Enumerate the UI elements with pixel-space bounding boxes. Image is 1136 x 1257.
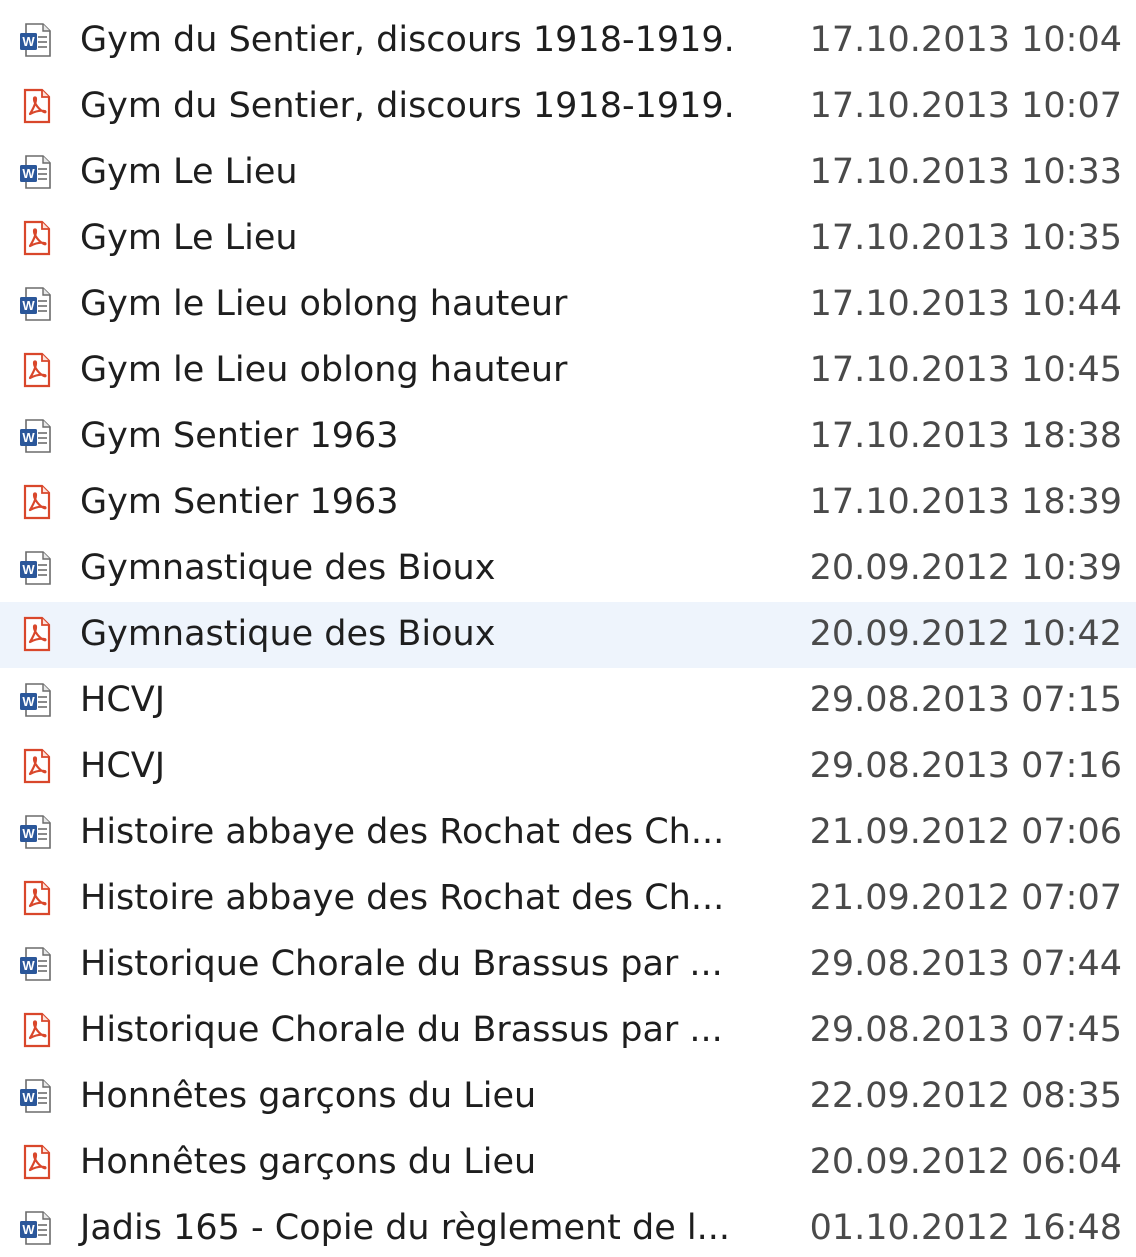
- file-name[interactable]: Gymnastique des Bioux: [80, 612, 495, 656]
- file-name[interactable]: Gym Sentier 1963: [80, 480, 399, 524]
- file-modified-date: 20.09.2012 10:39: [809, 548, 1122, 588]
- file-row[interactable]: Histoire abbaye des Rochat des Ch... 21.0…: [0, 866, 1136, 932]
- file-modified-date: 20.09.2012 10:42: [809, 614, 1122, 654]
- pdf-icon: [18, 748, 54, 784]
- pdf-icon: [18, 484, 54, 520]
- file-name[interactable]: Historique Chorale du Brassus par ...: [80, 942, 723, 986]
- svg-text:W: W: [22, 958, 35, 973]
- file-row[interactable]: Gym Sentier 1963 17.10.2013 18:39: [0, 470, 1136, 536]
- word-icon: W: [18, 550, 54, 586]
- pdf-icon: [18, 220, 54, 256]
- word-icon: W: [18, 418, 54, 454]
- file-modified-date: 17.10.2013 10:07: [809, 86, 1122, 126]
- file-modified-date: 21.09.2012 07:07: [809, 878, 1122, 918]
- file-modified-date: 21.09.2012 07:06: [809, 812, 1122, 852]
- file-row[interactable]: W Gym Le Lieu 17.10.2013 10:33: [0, 140, 1136, 206]
- file-name[interactable]: Gym Le Lieu: [80, 150, 298, 194]
- file-modified-date: 17.10.2013 10:33: [809, 152, 1122, 192]
- file-row[interactable]: HCVJ 29.08.2013 07:16: [0, 734, 1136, 800]
- word-icon: W: [18, 1078, 54, 1114]
- file-row[interactable]: Honnêtes garçons du Lieu 20.09.2012 06:04: [0, 1130, 1136, 1196]
- svg-text:W: W: [22, 298, 35, 313]
- file-name[interactable]: Jadis 165 - Copie du règlement de l...: [80, 1206, 730, 1250]
- file-name[interactable]: HCVJ: [80, 678, 165, 722]
- file-modified-date: 17.10.2013 18:38: [809, 416, 1122, 456]
- pdf-icon: [18, 880, 54, 916]
- file-modified-date: 20.09.2012 06:04: [809, 1142, 1122, 1182]
- file-row[interactable]: W Histoire abbaye des Rochat des Ch... 21.…: [0, 800, 1136, 866]
- word-icon: W: [18, 154, 54, 190]
- file-row[interactable]: W Gymnastique des Bioux 20.09.2012 10:39: [0, 536, 1136, 602]
- word-icon: W: [18, 1210, 54, 1246]
- file-name[interactable]: Honnêtes garçons du Lieu: [80, 1140, 536, 1184]
- file-name[interactable]: Gym le Lieu oblong hauteur: [80, 282, 567, 326]
- file-list: W Gym du Sentier, discours 1918-1919. 17.1…: [0, 0, 1136, 1257]
- file-modified-date: 29.08.2013 07:15: [809, 680, 1122, 720]
- word-icon: W: [18, 22, 54, 58]
- file-row[interactable]: W Gym Sentier 1963 17.10.2013 18:38: [0, 404, 1136, 470]
- svg-text:W: W: [22, 1090, 35, 1105]
- pdf-icon: [18, 88, 54, 124]
- file-modified-date: 17.10.2013 10:35: [809, 218, 1122, 258]
- file-modified-date: 22.09.2012 08:35: [809, 1076, 1122, 1116]
- pdf-icon: [18, 616, 54, 652]
- file-modified-date: 29.08.2013 07:44: [809, 944, 1122, 984]
- word-icon: W: [18, 682, 54, 718]
- file-name[interactable]: Historique Chorale du Brassus par ...: [80, 1008, 723, 1052]
- file-modified-date: 01.10.2012 16:48: [809, 1208, 1122, 1248]
- file-name[interactable]: Gym Sentier 1963: [80, 414, 399, 458]
- file-row[interactable]: W Gym le Lieu oblong hauteur 17.10.2013 10…: [0, 272, 1136, 338]
- file-name[interactable]: Gym du Sentier, discours 1918-1919.: [80, 18, 735, 62]
- file-row[interactable]: Gym le Lieu oblong hauteur 17.10.2013 10:…: [0, 338, 1136, 404]
- file-modified-date: 17.10.2013 10:44: [809, 284, 1122, 324]
- svg-text:W: W: [22, 562, 35, 577]
- svg-text:W: W: [22, 694, 35, 709]
- file-name[interactable]: Honnêtes garçons du Lieu: [80, 1074, 536, 1118]
- file-row[interactable]: W HCVJ 29.08.2013 07:15: [0, 668, 1136, 734]
- file-row[interactable]: Gym du Sentier, discours 1918-1919. 17.10…: [0, 74, 1136, 140]
- file-name[interactable]: Gym Le Lieu: [80, 216, 298, 260]
- file-name[interactable]: Gym du Sentier, discours 1918-1919.: [80, 84, 735, 128]
- file-modified-date: 17.10.2013 10:45: [809, 350, 1122, 390]
- svg-text:W: W: [22, 166, 35, 181]
- word-icon: W: [18, 946, 54, 982]
- file-name[interactable]: Histoire abbaye des Rochat des Ch...: [80, 810, 724, 854]
- svg-text:W: W: [22, 430, 35, 445]
- file-modified-date: 17.10.2013 10:04: [809, 20, 1122, 60]
- file-name[interactable]: Histoire abbaye des Rochat des Ch...: [80, 876, 724, 920]
- svg-text:W: W: [22, 1222, 35, 1237]
- file-row[interactable]: Gym Le Lieu 17.10.2013 10:35: [0, 206, 1136, 272]
- file-modified-date: 17.10.2013 18:39: [809, 482, 1122, 522]
- file-modified-date: 29.08.2013 07:16: [809, 746, 1122, 786]
- svg-text:W: W: [22, 34, 35, 49]
- word-icon: W: [18, 286, 54, 322]
- file-row[interactable]: W Jadis 165 - Copie du règlement de l... 0…: [0, 1196, 1136, 1257]
- pdf-icon: [18, 352, 54, 388]
- svg-text:W: W: [22, 826, 35, 841]
- file-name[interactable]: Gymnastique des Bioux: [80, 546, 495, 590]
- file-row[interactable]: W Historique Chorale du Brassus par ... 29…: [0, 932, 1136, 998]
- file-row[interactable]: W Honnêtes garçons du Lieu 22.09.2012 08:3…: [0, 1064, 1136, 1130]
- pdf-icon: [18, 1144, 54, 1180]
- word-icon: W: [18, 814, 54, 850]
- file-modified-date: 29.08.2013 07:45: [809, 1010, 1122, 1050]
- pdf-icon: [18, 1012, 54, 1048]
- file-row[interactable]: W Gym du Sentier, discours 1918-1919. 17.1…: [0, 8, 1136, 74]
- file-row[interactable]: Gymnastique des Bioux 20.09.2012 10:42: [0, 602, 1136, 668]
- file-name[interactable]: Gym le Lieu oblong hauteur: [80, 348, 567, 392]
- file-name[interactable]: HCVJ: [80, 744, 165, 788]
- file-row[interactable]: Historique Chorale du Brassus par ... 29.…: [0, 998, 1136, 1064]
